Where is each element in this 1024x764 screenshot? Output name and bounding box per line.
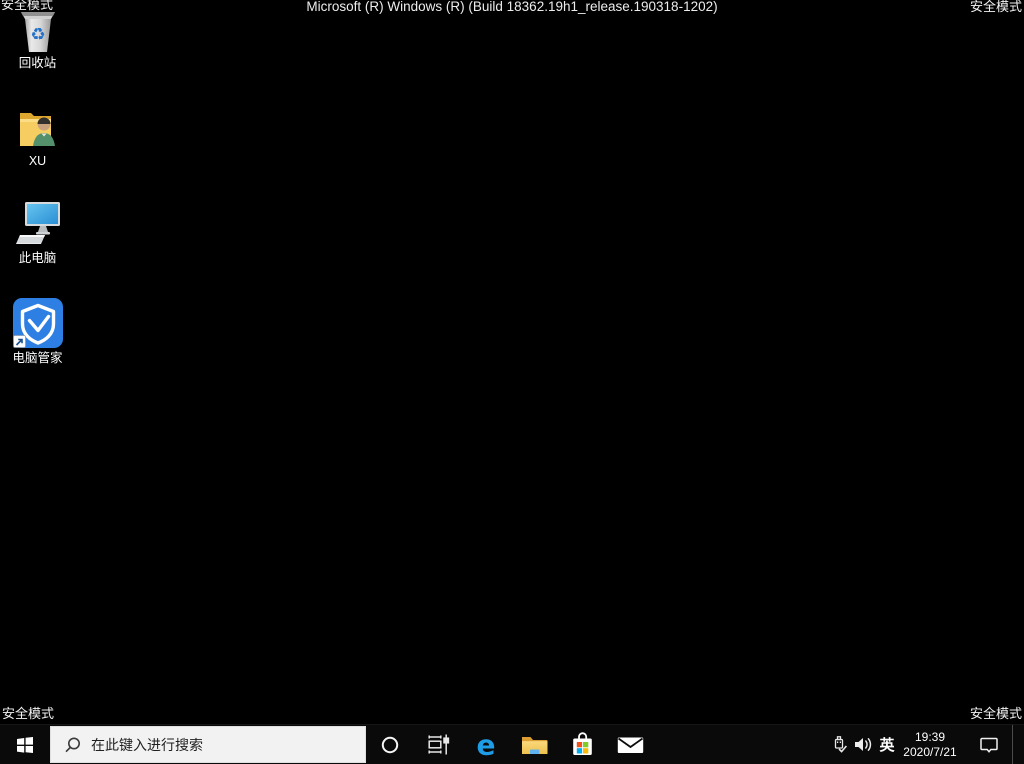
desktop-icon-label: XU <box>28 154 47 168</box>
clock-date: 2020/7/21 <box>903 744 957 759</box>
tray-clock[interactable]: 19:39 2020/7/21 <box>898 725 962 764</box>
desktop-icon-label: 回收站 <box>18 56 57 70</box>
svg-text:♻: ♻ <box>30 25 45 45</box>
search-input[interactable] <box>91 736 365 753</box>
safe-mode-label-bottom-right: 安全模式 <box>969 706 1022 721</box>
computer-icon <box>15 202 60 244</box>
envelope-icon <box>617 737 643 753</box>
show-desktop-button[interactable] <box>1012 725 1024 764</box>
desktop-icon-pc-manager[interactable]: 电脑管家 <box>0 297 75 365</box>
shield-icon <box>12 298 63 348</box>
tray-ime-indicator[interactable]: 英 <box>875 725 899 764</box>
taskbar-button-store[interactable] <box>558 725 606 764</box>
edge-icon: e <box>477 730 496 760</box>
usb-device-icon <box>834 735 848 753</box>
desktop-icon-recycle-bin[interactable]: ♻ 回收站 <box>0 8 75 70</box>
action-center-button[interactable] <box>975 725 1003 764</box>
taskbar-button-file-explorer[interactable] <box>510 725 558 764</box>
speaker-icon <box>854 738 871 751</box>
safe-mode-label-bottom-left: 安全模式 <box>2 706 55 721</box>
taskbar-button-cortana[interactable] <box>366 725 414 764</box>
taskbar-search[interactable] <box>50 726 366 763</box>
recycle-bin-icon: ♻ <box>20 12 55 52</box>
store-bag-icon <box>572 732 592 755</box>
windows-logo-icon <box>17 736 33 753</box>
taskbar-button-edge[interactable]: e <box>462 725 510 764</box>
task-view-icon <box>427 734 449 755</box>
desktop-icon-label: 此电脑 <box>18 251 57 265</box>
taskbar-button-task-view[interactable] <box>414 725 462 764</box>
windows-build-watermark: Microsoft (R) Windows (R) (Build 18362.1… <box>306 0 718 14</box>
desktop-icon-label: 电脑管家 <box>12 351 63 365</box>
cortana-circle-icon <box>381 736 399 753</box>
desktop-icon-user-folder[interactable]: XU <box>0 104 75 168</box>
tray-volume[interactable] <box>852 725 873 764</box>
desktop-icon-this-pc[interactable]: 此电脑 <box>0 199 75 265</box>
svg-text:e: e <box>477 730 496 760</box>
shortcut-arrow-icon <box>12 335 26 348</box>
action-center-icon <box>980 737 998 753</box>
user-folder-icon <box>19 113 55 146</box>
tray-usb-device[interactable] <box>829 725 849 764</box>
taskbar: e <box>0 724 1024 764</box>
folder-icon <box>521 737 547 754</box>
taskbar-button-mail[interactable] <box>606 725 654 764</box>
start-button[interactable] <box>0 725 50 764</box>
search-icon <box>65 737 80 752</box>
clock-time: 19:39 <box>914 729 946 744</box>
